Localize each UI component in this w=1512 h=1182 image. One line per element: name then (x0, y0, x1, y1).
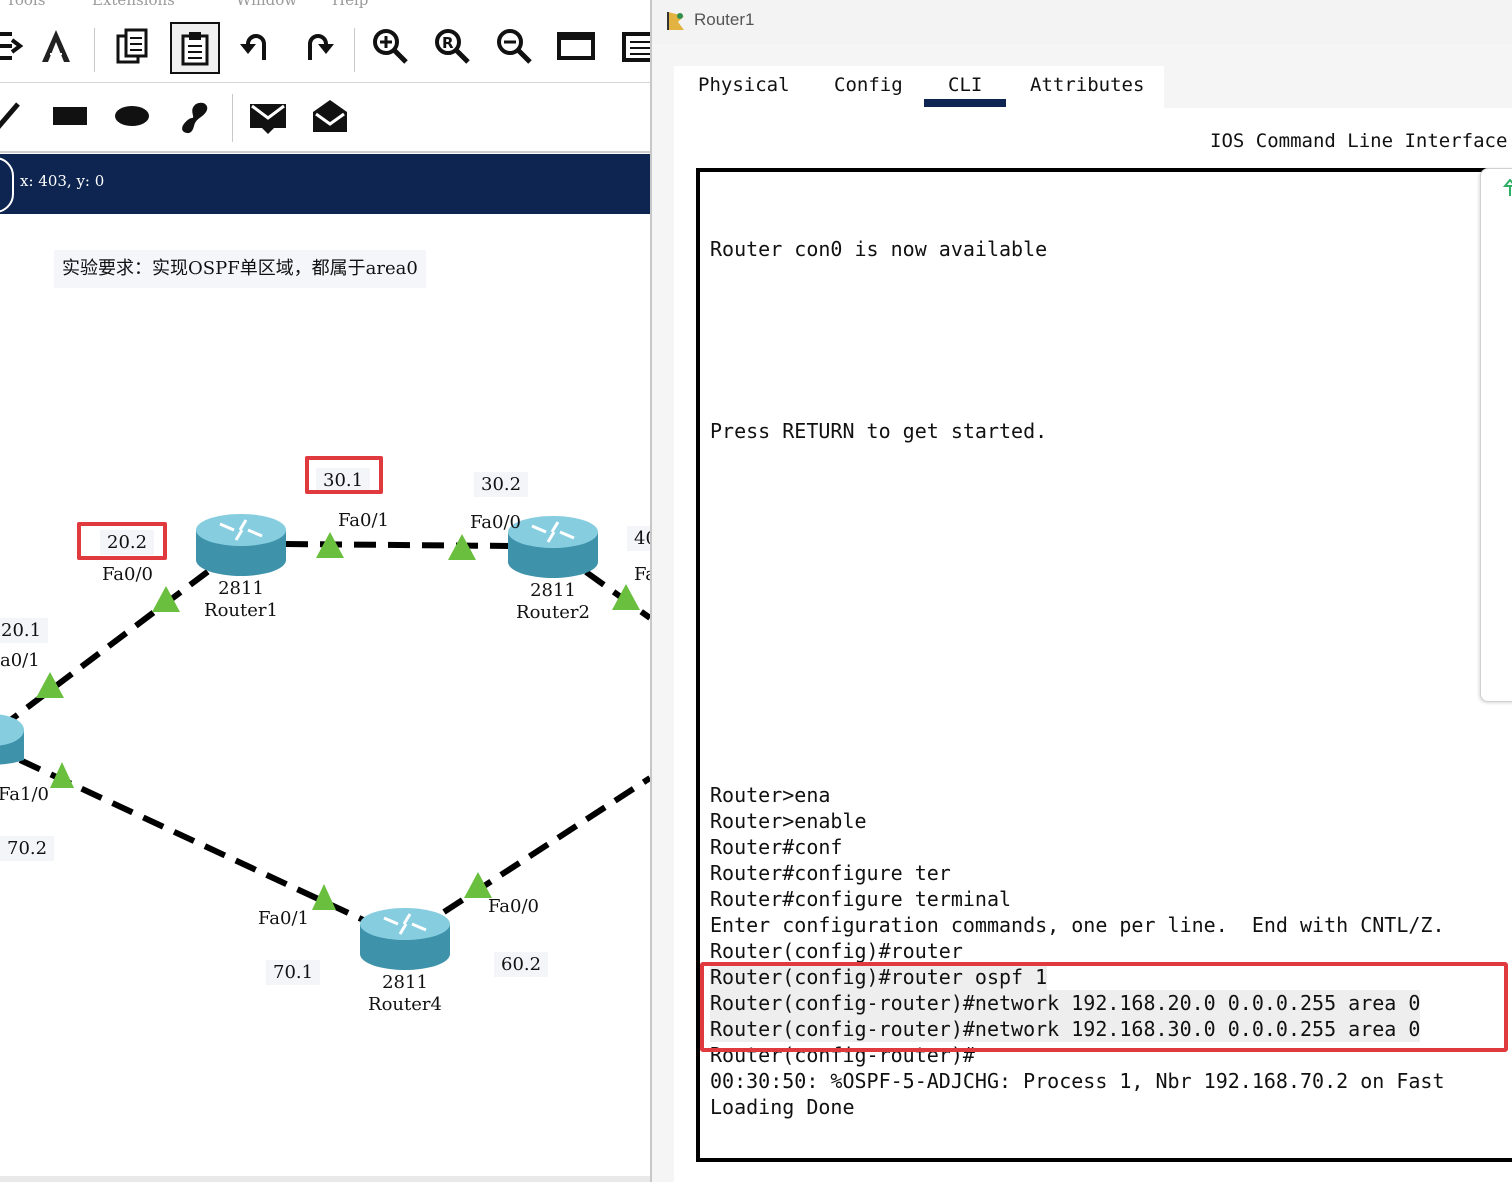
paste-icon[interactable] (170, 22, 220, 74)
ellipse-icon[interactable] (108, 92, 156, 140)
cursor-coordinates: x: 403, y: 0 (20, 172, 105, 190)
terminal-line: Router>ena (710, 783, 831, 807)
net-label-60-2[interactable]: 60.2 (494, 952, 549, 977)
terminal-line: 00:30:50: %OSPF-5-ADJCHG: Process 1, Nbr… (710, 1069, 1445, 1093)
tab-bar: Physical Config CLI Attributes (674, 66, 1164, 108)
tab-config[interactable]: Config (834, 74, 903, 96)
interface-label: Fa0/0 (488, 896, 539, 917)
network-icon[interactable] (32, 22, 80, 70)
rectangle-icon[interactable] (46, 92, 94, 140)
align-icon[interactable] (0, 22, 30, 70)
copy-icon[interactable] (108, 22, 156, 70)
zoom-reset-icon[interactable]: R (428, 22, 476, 70)
svg-text:R: R (442, 34, 454, 52)
menu-tools[interactable]: Tools (6, 0, 45, 9)
tab-physical[interactable]: Physical (698, 74, 790, 96)
logical-canvas[interactable] (0, 214, 650, 1174)
interface-label: Fa0/0 (470, 512, 521, 533)
workspace-pane: Tools Extensions Window Help R x: 403, y… (0, 0, 650, 1182)
menu-help[interactable]: Help (332, 0, 368, 9)
palette-icon[interactable] (614, 22, 650, 70)
terminal-line: Loading Done (710, 1095, 855, 1119)
freeform-icon[interactable] (170, 92, 218, 140)
router-name: Router1 (204, 600, 278, 621)
pin-icon (1503, 179, 1512, 196)
menu-extensions[interactable]: Extensions (92, 0, 175, 9)
router-label-router1[interactable]: 2811 Router1 (190, 578, 292, 622)
tab-cli[interactable]: CLI (948, 74, 982, 96)
terminal-line: Router(config)#router (710, 939, 963, 963)
terminal-line: Enter configuration commands, one per li… (710, 913, 1445, 937)
side-popup-panel[interactable] (1480, 168, 1512, 702)
router1-window: Router1 Physical Config CLI Attributes I… (650, 0, 1512, 1182)
router-label-router4[interactable]: 2811 Router4 (354, 972, 456, 1016)
highlight-box (77, 522, 167, 560)
zoom-in-icon[interactable] (366, 22, 414, 70)
router-model: 2811 (218, 578, 264, 599)
net-label-30-2[interactable]: 30.2 (474, 472, 529, 497)
cli-header: IOS Command Line Interface (1210, 130, 1508, 152)
highlight-box (700, 962, 1508, 1052)
menu-bar: Tools Extensions Window Help (0, 0, 650, 12)
highlight-box (305, 456, 383, 494)
zoom-out-icon[interactable] (490, 22, 538, 70)
router-label-router2[interactable]: 2811 Router2 (502, 580, 604, 624)
menu-window[interactable]: Window (236, 0, 297, 9)
router-model: 2811 (530, 580, 576, 601)
terminal-line: Router#conf (710, 835, 843, 859)
terminal-line: Router#configure terminal (710, 887, 1012, 911)
interface-label: Fa0/1 (258, 908, 309, 929)
router-model: 2811 (382, 972, 428, 993)
window-icon[interactable] (552, 22, 600, 70)
terminal-line: Router>enable (710, 809, 867, 833)
interface-label: Fa1/0 (0, 784, 49, 805)
cli-terminal[interactable]: Router con0 is now available Press RETUR… (696, 168, 1512, 1162)
interface-label: Fa0/1 (338, 510, 389, 531)
window-title: Router1 (694, 10, 755, 29)
main-toolbar: R (0, 14, 650, 83)
undo-icon[interactable] (232, 22, 280, 70)
terminal-line: Press RETURN to get started. (710, 419, 1048, 443)
net-label-70-2[interactable]: 70.2 (0, 836, 55, 861)
terminal-line: Router con0 is now available (710, 237, 1048, 261)
router-name: Router4 (368, 994, 442, 1015)
drawing-toolbar (0, 84, 650, 150)
simple-pdu-icon[interactable] (244, 92, 292, 140)
interface-label: Fa0/0 (102, 564, 153, 585)
interface-label: Fa (634, 564, 650, 585)
terminal-line: Router#configure ter (710, 861, 951, 885)
window-titlebar[interactable] (652, 0, 1512, 44)
router-name: Router2 (516, 602, 590, 623)
net-label-40[interactable]: 40 (627, 526, 650, 551)
tab-attributes[interactable]: Attributes (1030, 74, 1144, 96)
active-tab-indicator (924, 99, 1006, 107)
interface-label: a0/1 (0, 650, 40, 671)
net-label-20-1[interactable]: 20.1 (0, 618, 49, 643)
net-label-70-1[interactable]: 70.1 (266, 960, 321, 985)
packet-tracer-icon (666, 10, 686, 32)
line-icon[interactable] (0, 92, 30, 140)
complex-pdu-icon[interactable] (306, 92, 354, 140)
redo-icon[interactable] (294, 22, 342, 70)
requirement-note[interactable]: 实验要求：实现OSPF单区域，都属于area0 (54, 250, 426, 288)
horizontal-scrollbar[interactable] (0, 1176, 650, 1182)
